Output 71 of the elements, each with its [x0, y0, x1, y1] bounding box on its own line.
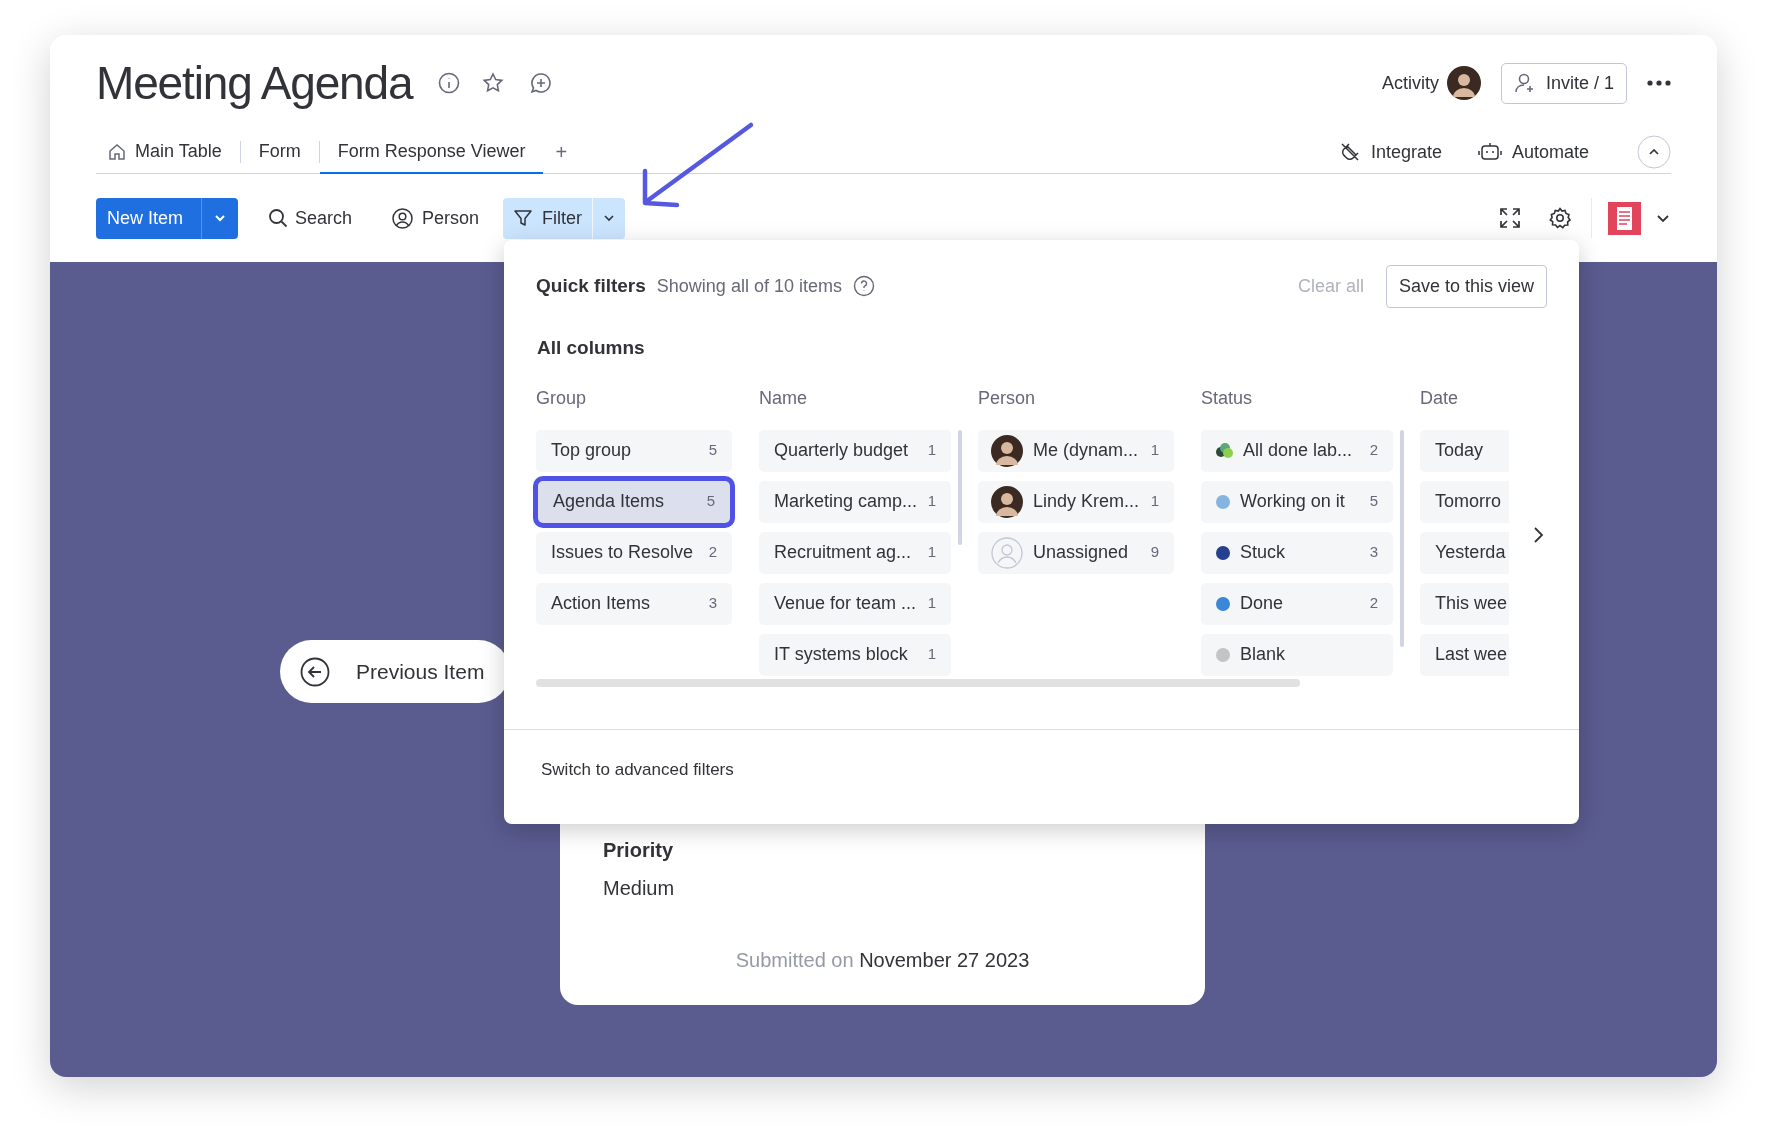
search-button[interactable]: Search [268, 204, 353, 232]
vertical-scrollbar[interactable] [1400, 429, 1404, 647]
board-title: Meeting Agenda [96, 55, 413, 111]
filter-option[interactable]: All done lab... 2 [1201, 429, 1393, 472]
add-tab-button[interactable]: + [555, 131, 568, 173]
column-heading: Group [536, 386, 588, 410]
filter-option[interactable]: This wee [1420, 582, 1510, 625]
view-tab[interactable]: Form [240, 131, 319, 174]
filter-option[interactable]: Issues to Resolve 2 [536, 531, 732, 574]
fullscreen-icon[interactable] [1499, 207, 1521, 229]
filter-option[interactable]: Quarterly budget 1 [759, 429, 951, 472]
person-button[interactable]: Person [392, 204, 480, 232]
column-heading: Person [978, 386, 1037, 410]
filter-option[interactable]: Lindy Krem... 1 [978, 480, 1174, 523]
help-icon[interactable] [852, 275, 875, 297]
view-tab[interactable]: Form Response Viewer [319, 131, 544, 174]
avatar-icon [991, 485, 1023, 518]
filter-option[interactable]: Venue for team ... 1 [759, 582, 951, 625]
filter-option[interactable]: Me (dynam... 1 [978, 429, 1174, 472]
filter-option[interactable]: Stuck 3 [1201, 531, 1393, 574]
filter-option[interactable]: Unassigned 9 [978, 531, 1174, 574]
horizontal-scrollbar[interactable] [536, 678, 1300, 687]
document-icon[interactable] [1608, 201, 1641, 235]
items-summary: Showing all of 10 items [656, 274, 842, 298]
filter-icon [513, 208, 534, 228]
filter-option[interactable]: Done 2 [1201, 582, 1393, 625]
column-heading: Status [1201, 386, 1254, 410]
field-value: Medium [603, 876, 676, 901]
vertical-scrollbar[interactable] [958, 429, 962, 545]
person-icon [991, 536, 1023, 569]
filter-option[interactable]: Action Items 3 [536, 582, 732, 625]
panel-title: Quick filters [536, 273, 646, 298]
activity-link[interactable]: Activity [1381, 69, 1439, 97]
section-title: All columns [537, 336, 646, 360]
filter-option[interactable]: IT systems block 1 [759, 633, 951, 676]
submitted-date: November 27 2023 [859, 949, 1030, 971]
more-icon[interactable] [1647, 80, 1671, 86]
column-heading: Date [1420, 386, 1460, 410]
avatar-icon [991, 434, 1023, 467]
add-person-icon [1513, 72, 1536, 94]
multi-color-icon [1216, 443, 1233, 458]
chat-plus-icon[interactable] [530, 72, 553, 94]
board-action-button[interactable]: Integrate [1338, 138, 1442, 166]
filter-option[interactable]: Top group 5 [536, 429, 732, 472]
plug-icon [1338, 141, 1361, 163]
advanced-filters-link[interactable]: Switch to advanced filters [541, 756, 734, 782]
robot-icon [1477, 141, 1502, 163]
save-view-button[interactable]: Save to this view [1385, 264, 1547, 308]
column-heading: Name [759, 386, 808, 410]
filter-option[interactable]: Recruitment ag... 1 [759, 531, 951, 574]
star-icon[interactable] [482, 72, 505, 94]
home-icon [108, 142, 126, 161]
filter-option[interactable]: Yesterda [1420, 531, 1510, 574]
person-icon [392, 207, 414, 229]
filter-option[interactable]: Last wee [1420, 633, 1510, 676]
submitted-label: Submitted on [735, 949, 854, 971]
board-action-button[interactable]: Automate [1477, 138, 1589, 166]
filter-button[interactable]: Filter [503, 197, 626, 239]
field-label: Priority [603, 838, 675, 863]
invite-button[interactable]: Invite / 1 [1500, 62, 1627, 104]
filter-option[interactable]: Tomorro [1420, 480, 1510, 523]
filter-option[interactable]: Working on it 5 [1201, 480, 1393, 523]
view-tab[interactable]: Main Table [96, 131, 240, 174]
new-item-button[interactable]: New Item [96, 197, 238, 239]
filter-option[interactable]: Marketing camp... 1 [759, 480, 951, 523]
filter-option[interactable]: Blank [1201, 633, 1393, 676]
settings-icon[interactable] [1549, 207, 1571, 229]
info-icon[interactable] [438, 72, 461, 94]
filter-option[interactable]: Today [1420, 429, 1510, 472]
search-icon [268, 208, 288, 228]
avatar-icon[interactable] [1446, 66, 1481, 100]
